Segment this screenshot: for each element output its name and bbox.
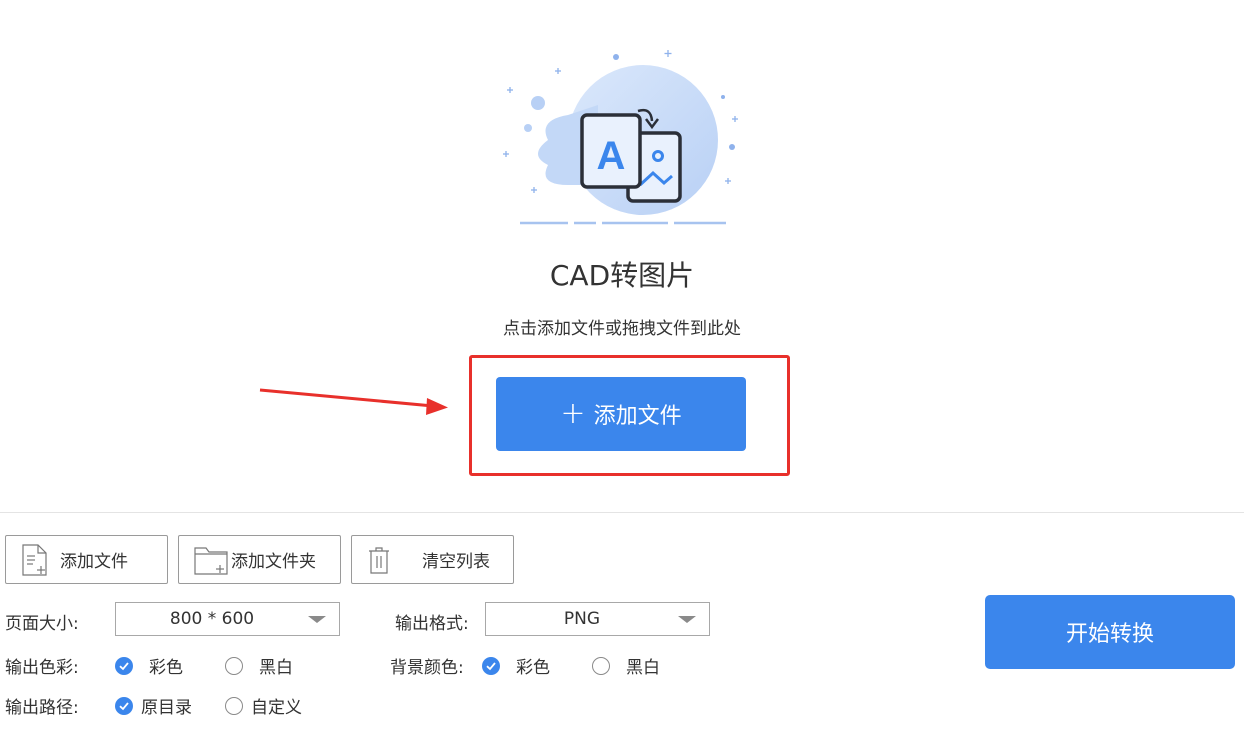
check-circle-icon (482, 656, 500, 675)
output-path-option-custom[interactable]: 自定义 (225, 693, 302, 718)
background-color-option-color-label: 彩色 (516, 658, 550, 678)
output-color-option-bw-label: 黑白 (259, 658, 293, 678)
page-size-label: 页面大小: (5, 614, 79, 634)
output-format-value: PNG (563, 609, 601, 629)
output-format-label: 输出格式: (395, 614, 469, 634)
radio-empty-icon (225, 696, 243, 715)
add-folder-button-label: 添加文件夹 (231, 552, 316, 572)
folder-add-icon (194, 546, 228, 575)
add-file-button-label: 添加文件 (60, 552, 128, 572)
plus-icon: + (560, 396, 586, 431)
background-color-option-color[interactable]: 彩色 (482, 653, 550, 678)
drop-hint-text: 点击添加文件或拖拽文件到此处 (503, 319, 741, 339)
output-format-select[interactable]: PNG (485, 602, 710, 636)
check-circle-icon (115, 696, 133, 715)
output-color-label: 输出色彩: (5, 658, 79, 678)
page-size-value: 800 * 600 (169, 609, 255, 629)
output-path-option-original[interactable]: 原目录 (115, 693, 192, 718)
radio-empty-icon (592, 656, 610, 675)
illustration-letter: A (597, 134, 626, 178)
output-path-option-original-label: 原目录 (141, 698, 192, 718)
output-color-option-bw[interactable]: 黑白 (225, 653, 293, 678)
page-size-select[interactable]: 800 * 600 (115, 602, 340, 636)
trash-icon (369, 546, 389, 574)
page-title: CAD转图片 (549, 259, 695, 292)
background-color-option-bw[interactable]: 黑白 (592, 653, 660, 678)
section-divider (0, 512, 1244, 513)
file-add-icon (22, 543, 47, 576)
clear-list-button-label: 清空列表 (422, 552, 490, 572)
output-path-label: 输出路径: (5, 698, 79, 718)
output-color-option-color[interactable]: 彩色 (115, 653, 183, 678)
start-convert-button[interactable]: 开始转换 (985, 595, 1235, 669)
radio-empty-icon (225, 656, 243, 675)
output-color-option-color-label: 彩色 (149, 658, 183, 678)
background-color-label: 背景颜色: (390, 658, 464, 678)
output-path-option-custom-label: 自定义 (251, 698, 302, 718)
chevron-down-icon (678, 615, 696, 623)
add-file-main-button[interactable]: + 添加文件 (496, 377, 746, 451)
cad-to-image-illustration: A (503, 50, 738, 225)
clear-list-button[interactable]: 清空列表 (351, 535, 514, 584)
add-file-button[interactable]: 添加文件 (5, 535, 168, 584)
background-color-option-bw-label: 黑白 (626, 658, 660, 678)
red-arrow-annotation (259, 388, 448, 415)
add-file-main-label: 添加文件 (593, 404, 682, 429)
check-circle-icon (115, 656, 133, 675)
chevron-down-icon (308, 615, 326, 623)
add-folder-button[interactable]: 添加文件夹 (178, 535, 341, 584)
